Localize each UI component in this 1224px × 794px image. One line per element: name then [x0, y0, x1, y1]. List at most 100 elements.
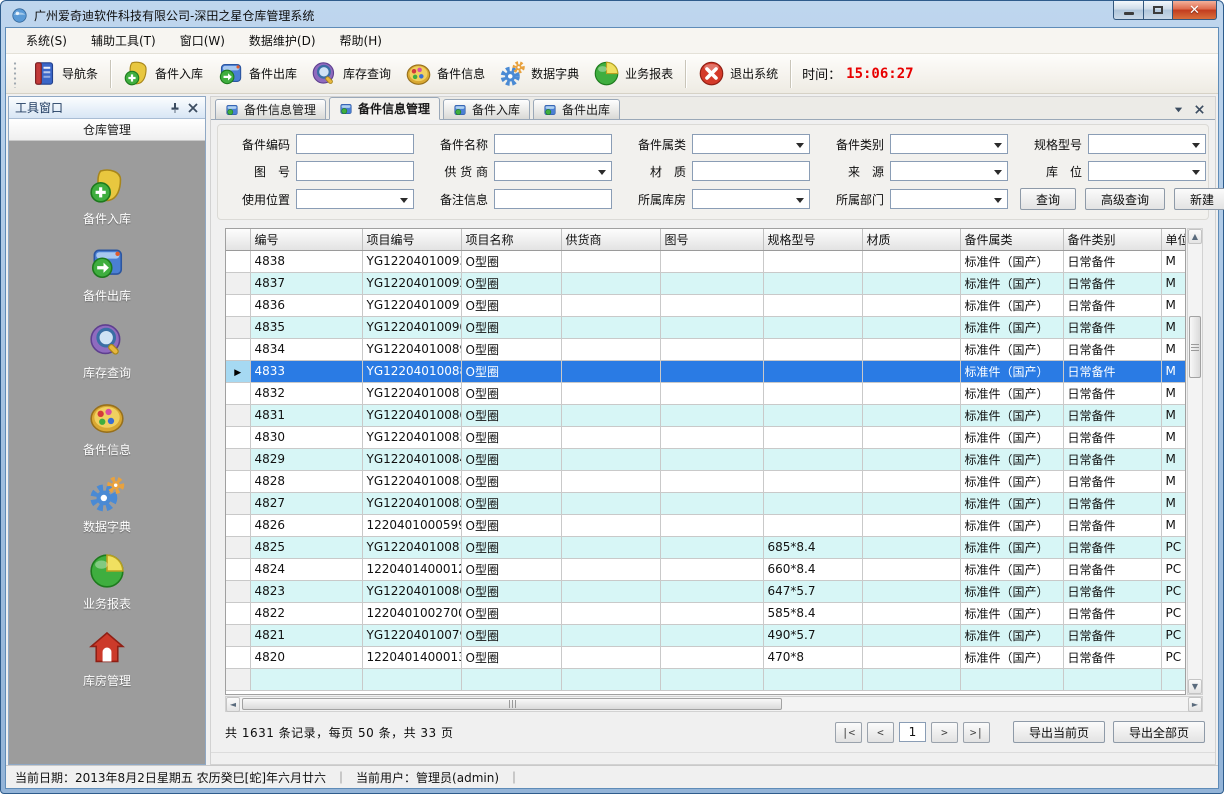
table-cell: 标准件（国产）: [960, 272, 1063, 294]
sidebar-item-parts-in[interactable]: 备件入库: [83, 167, 131, 227]
menu-item-2[interactable]: 窗口(W): [168, 28, 237, 53]
sidebar-item-data-dict[interactable]: 数据字典: [83, 475, 131, 535]
sidebar-item-stock-query[interactable]: 库存查询: [83, 321, 131, 381]
close-icon[interactable]: [187, 102, 199, 114]
table-row[interactable]: 4834YG12204010089O型圈标准件（国产）日常备件M: [226, 338, 1186, 360]
tab-0[interactable]: 备件信息管理: [215, 99, 326, 119]
table-row[interactable]: 4838YG12204010093O型圈标准件（国产）日常备件M: [226, 250, 1186, 272]
close-icon[interactable]: [1194, 104, 1205, 115]
table-row[interactable]: 4827YG12204010082O型圈标准件（国产）日常备件M: [226, 492, 1186, 514]
spec-model-select[interactable]: [1088, 134, 1206, 154]
minimize-button[interactable]: [1113, 1, 1143, 20]
tab-1[interactable]: 备件信息管理: [329, 97, 440, 120]
row-indicator-cell: [226, 558, 250, 580]
parts-info-button[interactable]: 备件信息: [398, 57, 492, 90]
table-row[interactable]: 48261220401000599O型圈标准件（国产）日常备件M: [226, 514, 1186, 536]
table-row[interactable]: 4821YG12204010079O型圈490*5.7标准件（国产）日常备件PC: [226, 624, 1186, 646]
sidebar-item-parts-out[interactable]: 备件出库: [83, 244, 131, 304]
vertical-scrollbar[interactable]: ▲ ▼: [1187, 228, 1203, 695]
menu-item-0[interactable]: 系统(S): [14, 28, 79, 53]
table-cell: O型圈: [461, 382, 561, 404]
remark-input[interactable]: [494, 189, 612, 209]
maximize-button[interactable]: [1143, 1, 1173, 20]
part-category-select[interactable]: [692, 134, 810, 154]
department-select[interactable]: [890, 189, 1008, 209]
horizontal-scrollbar[interactable]: ◄ ►: [225, 696, 1203, 712]
tab-2[interactable]: 备件入库: [443, 99, 530, 119]
navigator-button[interactable]: 导航条: [23, 57, 105, 90]
table-row[interactable]: 4831YG12204010086O型圈标准件（国产）日常备件M: [226, 404, 1186, 426]
column-header[interactable]: 规格型号: [763, 229, 862, 250]
menu-item-3[interactable]: 数据维护(D): [237, 28, 328, 53]
report-button[interactable]: 业务报表: [586, 57, 680, 90]
parts-out-button[interactable]: 备件出库: [210, 57, 304, 90]
table-row[interactable]: 4828YG12204010083O型圈标准件（国产）日常备件M: [226, 470, 1186, 492]
material-input[interactable]: [692, 161, 810, 181]
usage-position-select[interactable]: [296, 189, 414, 209]
chevron-down-icon[interactable]: [1173, 104, 1184, 115]
sidebar-item-parts-info[interactable]: 备件信息: [83, 398, 131, 458]
column-header[interactable]: 备件属类: [960, 229, 1063, 250]
column-header[interactable]: 编号: [250, 229, 362, 250]
export-current-page-button[interactable]: 导出当前页: [1013, 721, 1105, 743]
column-header[interactable]: 材质: [862, 229, 960, 250]
export-all-pages-button[interactable]: 导出全部页: [1113, 721, 1205, 743]
data-dict-button[interactable]: 数据字典: [492, 57, 586, 90]
table-row[interactable]: 4835YG12204010090O型圈标准件（国产）日常备件M: [226, 316, 1186, 338]
part-code-field-group: 备件编码: [228, 134, 414, 154]
column-header[interactable]: 单位: [1161, 229, 1186, 250]
column-header[interactable]: 图号: [660, 229, 763, 250]
table-row[interactable]: 4825YG12204010081O型圈685*8.4标准件（国产）日常备件PC: [226, 536, 1186, 558]
exit-button[interactable]: 退出系统: [691, 57, 785, 90]
parts-in-button[interactable]: 备件入库: [116, 57, 210, 90]
last-page-button[interactable]: >|: [963, 722, 990, 743]
location-select[interactable]: [1088, 161, 1206, 181]
scroll-down-icon[interactable]: ▼: [1188, 679, 1202, 694]
drawing-no-input[interactable]: [296, 161, 414, 181]
table-row[interactable]: 4832YG12204010087O型圈标准件（国产）日常备件M: [226, 382, 1186, 404]
menu-item-4[interactable]: 帮助(H): [328, 28, 394, 53]
table-row[interactable]: 4823YG12204010080O型圈647*5.7标准件（国产）日常备件PC: [226, 580, 1186, 602]
advanced-query-button[interactable]: 高级查询: [1085, 188, 1165, 210]
part-class-select[interactable]: [890, 134, 1008, 154]
sidebar-item-warehouse[interactable]: 库房管理: [83, 629, 131, 689]
query-button[interactable]: 查询: [1020, 188, 1076, 210]
prev-page-button[interactable]: <: [867, 722, 894, 743]
table-row[interactable]: 4836YG12204010091O型圈标准件（国产）日常备件M: [226, 294, 1186, 316]
stock-query-button[interactable]: 库存查询: [304, 57, 398, 90]
table-cell: [561, 360, 660, 382]
source-select[interactable]: [890, 161, 1008, 181]
scroll-up-icon[interactable]: ▲: [1188, 229, 1202, 244]
scroll-right-icon[interactable]: ►: [1188, 697, 1202, 712]
table-row[interactable]: 48201220401400013O型圈470*8标准件（国产）日常备件PC: [226, 646, 1186, 668]
first-page-button[interactable]: |<: [835, 722, 862, 743]
column-header[interactable]: 备件类别: [1063, 229, 1161, 250]
horizontal-scroll-thumb[interactable]: [242, 698, 782, 710]
column-header[interactable]: 项目编号: [362, 229, 461, 250]
new-button[interactable]: 新建: [1174, 188, 1224, 210]
vertical-scroll-thumb[interactable]: [1189, 316, 1201, 378]
tab-3[interactable]: 备件出库: [533, 99, 620, 119]
scroll-left-icon[interactable]: ◄: [226, 697, 240, 712]
warehouse-select[interactable]: [692, 189, 810, 209]
column-header[interactable]: 供货商: [561, 229, 660, 250]
sidebar-item-report[interactable]: 业务报表: [83, 552, 131, 612]
part-code-input[interactable]: [296, 134, 414, 154]
close-button[interactable]: ✕: [1173, 1, 1217, 20]
table-row[interactable]: 48241220401400012O型圈660*8.4标准件（国产）日常备件PC: [226, 558, 1186, 580]
supplier-select[interactable]: [494, 161, 612, 181]
column-header[interactable]: 项目名称: [461, 229, 561, 250]
table-cell: 4837: [250, 272, 362, 294]
pin-icon[interactable]: [169, 102, 181, 114]
table-row-partial[interactable]: [226, 668, 1186, 690]
table-row[interactable]: 4837YG12204010092O型圈标准件（国产）日常备件M: [226, 272, 1186, 294]
table-row[interactable]: ▶4833YG12204010088O型圈标准件（国产）日常备件M: [226, 360, 1186, 382]
page-number-input[interactable]: 1: [899, 722, 926, 742]
table-row[interactable]: 48221220401002700O型圈585*8.4标准件（国产）日常备件PC: [226, 602, 1186, 624]
table-row[interactable]: 4829YG12204010084O型圈标准件（国产）日常备件M: [226, 448, 1186, 470]
table-row[interactable]: 4830YG12204010085O型圈标准件（国产）日常备件M: [226, 426, 1186, 448]
part-name-input[interactable]: [494, 134, 612, 154]
status-separator: ｜: [335, 769, 347, 786]
menu-item-1[interactable]: 辅助工具(T): [79, 28, 168, 53]
next-page-button[interactable]: >: [931, 722, 958, 743]
